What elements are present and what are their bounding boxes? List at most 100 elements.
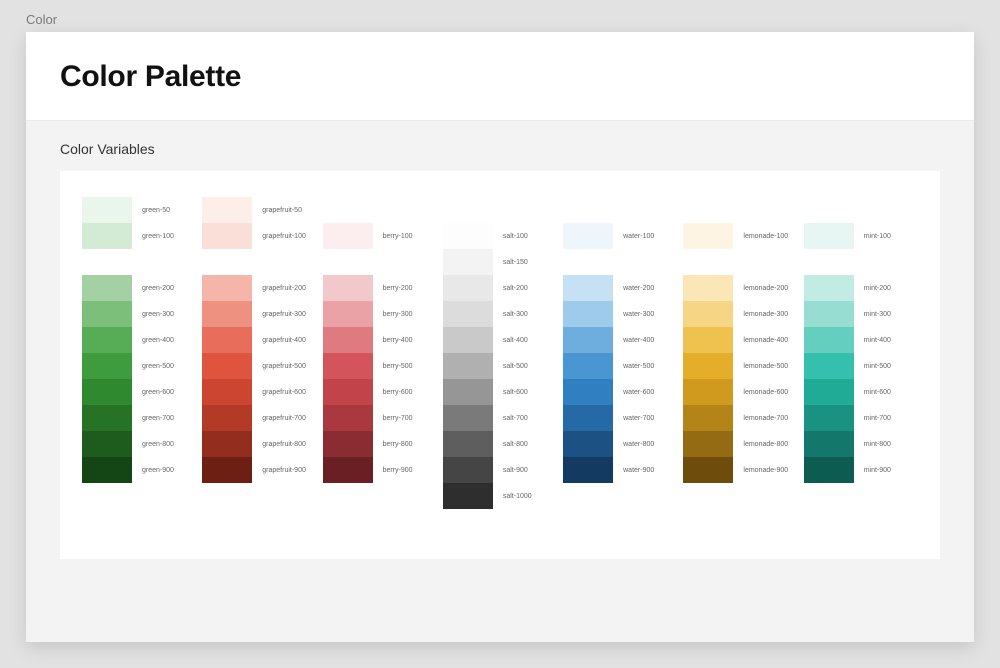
- swatch-label: berry-700: [373, 415, 413, 422]
- swatch-berry-800[interactable]: [323, 431, 373, 457]
- swatch-mint-800[interactable]: [804, 431, 854, 457]
- swatch-grapefruit-100[interactable]: [202, 223, 252, 249]
- swatch-berry-700[interactable]: [323, 405, 373, 431]
- swatch-label: green-500: [132, 363, 174, 370]
- swatch-label: water-600: [613, 389, 654, 396]
- breadcrumb[interactable]: Color: [26, 12, 57, 27]
- swatch-green-800[interactable]: [82, 431, 132, 457]
- swatch-row: water-100: [563, 223, 677, 249]
- swatch-berry-100[interactable]: [323, 223, 373, 249]
- swatch-green-400[interactable]: [82, 327, 132, 353]
- swatch-mint-900[interactable]: [804, 457, 854, 483]
- swatch-water-300[interactable]: [563, 301, 613, 327]
- swatch-lemonade-400[interactable]: [683, 327, 733, 353]
- swatch-salt-150[interactable]: [443, 249, 493, 275]
- swatch-label: salt-700: [493, 415, 528, 422]
- swatch-row: berry-300: [323, 301, 437, 327]
- swatch-berry-200[interactable]: [323, 275, 373, 301]
- swatch-row: grapefruit-600: [202, 379, 316, 405]
- swatch-berry-600[interactable]: [323, 379, 373, 405]
- swatch-water-600[interactable]: [563, 379, 613, 405]
- swatch-row: salt-700: [443, 405, 557, 431]
- swatch-lemonade-500[interactable]: [683, 353, 733, 379]
- swatch-row: [804, 197, 918, 223]
- swatch-mint-100[interactable]: [804, 223, 854, 249]
- swatch-grapefruit-400[interactable]: [202, 327, 252, 353]
- swatch-mint-300[interactable]: [804, 301, 854, 327]
- swatch-row: green-200: [82, 275, 196, 301]
- swatch-green-50[interactable]: [82, 197, 132, 223]
- family-mint: mint-100mint-200mint-300mint-400mint-500…: [804, 197, 918, 509]
- swatch-label: lemonade-400: [733, 337, 788, 344]
- swatch-mint-400[interactable]: [804, 327, 854, 353]
- swatch-lemonade-800[interactable]: [683, 431, 733, 457]
- swatch-row: [82, 249, 196, 275]
- swatch-water-400[interactable]: [563, 327, 613, 353]
- swatch-water-500[interactable]: [563, 353, 613, 379]
- swatch-green-100[interactable]: [82, 223, 132, 249]
- swatch-salt-300[interactable]: [443, 301, 493, 327]
- swatch-mint-700[interactable]: [804, 405, 854, 431]
- section-title: Color Variables: [26, 121, 974, 171]
- swatch-row: berry-500: [323, 353, 437, 379]
- swatch-label: salt-1000: [493, 493, 532, 500]
- swatch-row: salt-400: [443, 327, 557, 353]
- swatch-lemonade-200[interactable]: [683, 275, 733, 301]
- swatch-row: green-300: [82, 301, 196, 327]
- swatch-label: water-900: [613, 467, 654, 474]
- swatch-green-300[interactable]: [82, 301, 132, 327]
- swatch-green-700[interactable]: [82, 405, 132, 431]
- swatch-grapefruit-700[interactable]: [202, 405, 252, 431]
- swatch-row: grapefruit-800: [202, 431, 316, 457]
- swatch-salt-700[interactable]: [443, 405, 493, 431]
- swatch-salt-500[interactable]: [443, 353, 493, 379]
- swatch-mint-200[interactable]: [804, 275, 854, 301]
- swatch-grapefruit-900[interactable]: [202, 457, 252, 483]
- swatch-lemonade-300[interactable]: [683, 301, 733, 327]
- swatch-row: grapefruit-200: [202, 275, 316, 301]
- swatch-label: berry-400: [373, 337, 413, 344]
- swatch-lemonade-600[interactable]: [683, 379, 733, 405]
- swatch-lemonade-700[interactable]: [683, 405, 733, 431]
- swatch-row: [683, 197, 797, 223]
- swatch-berry-300[interactable]: [323, 301, 373, 327]
- swatch-label: mint-700: [854, 415, 891, 422]
- swatch-salt-800[interactable]: [443, 431, 493, 457]
- swatch-lemonade-900[interactable]: [683, 457, 733, 483]
- swatch-label: mint-100: [854, 233, 891, 240]
- swatch-label: salt-200: [493, 285, 528, 292]
- swatch-salt-1000[interactable]: [443, 483, 493, 509]
- swatch-salt-900[interactable]: [443, 457, 493, 483]
- swatch-salt-100[interactable]: [443, 223, 493, 249]
- swatch-berry-500[interactable]: [323, 353, 373, 379]
- swatch-grapefruit-200[interactable]: [202, 275, 252, 301]
- swatch-salt-200[interactable]: [443, 275, 493, 301]
- swatch-berry-900[interactable]: [323, 457, 373, 483]
- swatch-grapefruit-800[interactable]: [202, 431, 252, 457]
- swatch-mint-500[interactable]: [804, 353, 854, 379]
- swatch-salt-400[interactable]: [443, 327, 493, 353]
- swatch-grapefruit-300[interactable]: [202, 301, 252, 327]
- swatch-row: [202, 249, 316, 275]
- swatch-berry-400[interactable]: [323, 327, 373, 353]
- swatch-grapefruit-500[interactable]: [202, 353, 252, 379]
- swatch-grapefruit-50[interactable]: [202, 197, 252, 223]
- page-title: Color Palette: [60, 60, 940, 94]
- swatch-grapefruit-600[interactable]: [202, 379, 252, 405]
- swatch-green-600[interactable]: [82, 379, 132, 405]
- swatch-water-100[interactable]: [563, 223, 613, 249]
- swatch-water-200[interactable]: [563, 275, 613, 301]
- swatch-green-200[interactable]: [82, 275, 132, 301]
- swatch-mint-600[interactable]: [804, 379, 854, 405]
- swatch-water-700[interactable]: [563, 405, 613, 431]
- swatch-water-900[interactable]: [563, 457, 613, 483]
- swatch-label: salt-300: [493, 311, 528, 318]
- swatch-water-800[interactable]: [563, 431, 613, 457]
- swatch-label: grapefruit-100: [252, 233, 306, 240]
- swatch-green-900[interactable]: [82, 457, 132, 483]
- swatch-green-500[interactable]: [82, 353, 132, 379]
- family-water: water-100water-200water-300water-400wate…: [563, 197, 677, 509]
- swatch-salt-600[interactable]: [443, 379, 493, 405]
- swatch-row: lemonade-100: [683, 223, 797, 249]
- swatch-lemonade-100[interactable]: [683, 223, 733, 249]
